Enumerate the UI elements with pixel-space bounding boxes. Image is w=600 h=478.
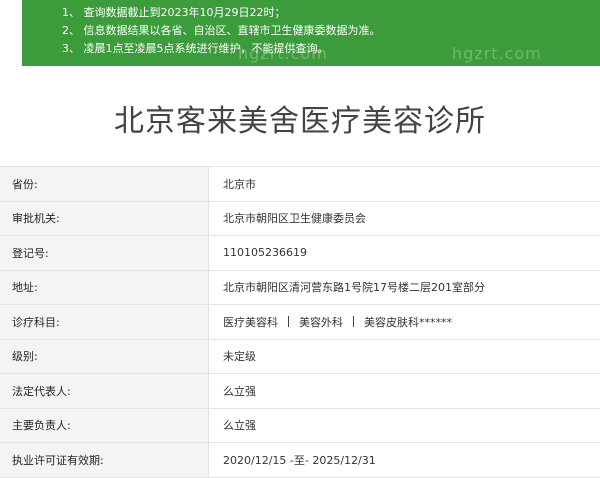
separator [288, 316, 289, 328]
table-row-principal: 主要负责人: 么立强 [0, 408, 600, 443]
row-value: 2020/12/15 -至- 2025/12/31 [209, 443, 600, 477]
table-row-departments: 诊疗科目: 医疗美容科 美容外科 美容皮肤科****** [0, 305, 600, 340]
table-row-legal-representative: 法定代表人: 么立强 [0, 374, 600, 409]
row-label: 审批机关: [0, 201, 209, 235]
page-title: 北京客来美舍医疗美容诊所 [114, 104, 486, 139]
row-value: 北京市朝阳区卫生健康委员会 [209, 201, 600, 235]
department-item: 美容皮肤科****** [364, 315, 452, 329]
row-label: 法定代表人: [0, 374, 209, 408]
watermark: hgzrt.com [452, 44, 542, 63]
row-value: 医疗美容科 美容外科 美容皮肤科****** [209, 305, 600, 339]
row-label: 地址: [0, 270, 209, 304]
table-row-license-validity: 执业许可证有效期: 2020/12/15 -至- 2025/12/31 [0, 443, 600, 478]
row-value: 北京市朝阳区清河营东路1号院17号楼二层201室部分 [209, 270, 600, 304]
department-item: 医疗美容科 [223, 315, 278, 329]
department-item: 美容外科 [299, 315, 343, 329]
row-value: 么立强 [209, 374, 600, 408]
row-value: 110105236619 [209, 236, 600, 270]
title-area: 北京客来美舍医疗美容诊所 [0, 66, 600, 158]
table-row-address: 地址: 北京市朝阳区清河营东路1号院17号楼二层201室部分 [0, 270, 600, 305]
row-label: 级别: [0, 339, 209, 373]
row-label: 执业许可证有效期: [0, 443, 209, 477]
row-value: 未定级 [209, 339, 600, 373]
notice-line-1: 1、 查询数据截止到2023年10月29日22时； [62, 6, 286, 19]
row-label: 登记号: [0, 236, 209, 270]
row-label: 诊疗科目: [0, 305, 209, 339]
table-row-registration-number: 登记号: 110105236619 [0, 236, 600, 271]
row-value: 么立强 [209, 408, 600, 442]
table-row-level: 级别: 未定级 [0, 339, 600, 374]
row-label: 主要负责人: [0, 408, 209, 442]
row-label: 省份: [0, 167, 209, 201]
separator [353, 316, 354, 328]
info-table: 省份: 北京市 审批机关: 北京市朝阳区卫生健康委员会 登记号: 1101052… [0, 166, 600, 478]
table-row-authority: 审批机关: 北京市朝阳区卫生健康委员会 [0, 201, 600, 236]
notice-line-2: 2、 信息数据结果以各省、自治区、直辖市卫生健康委数据为准。 [62, 24, 381, 37]
row-value: 北京市 [209, 167, 600, 201]
watermark: hgzrt.com [238, 44, 328, 63]
table-row-province: 省份: 北京市 [0, 167, 600, 202]
